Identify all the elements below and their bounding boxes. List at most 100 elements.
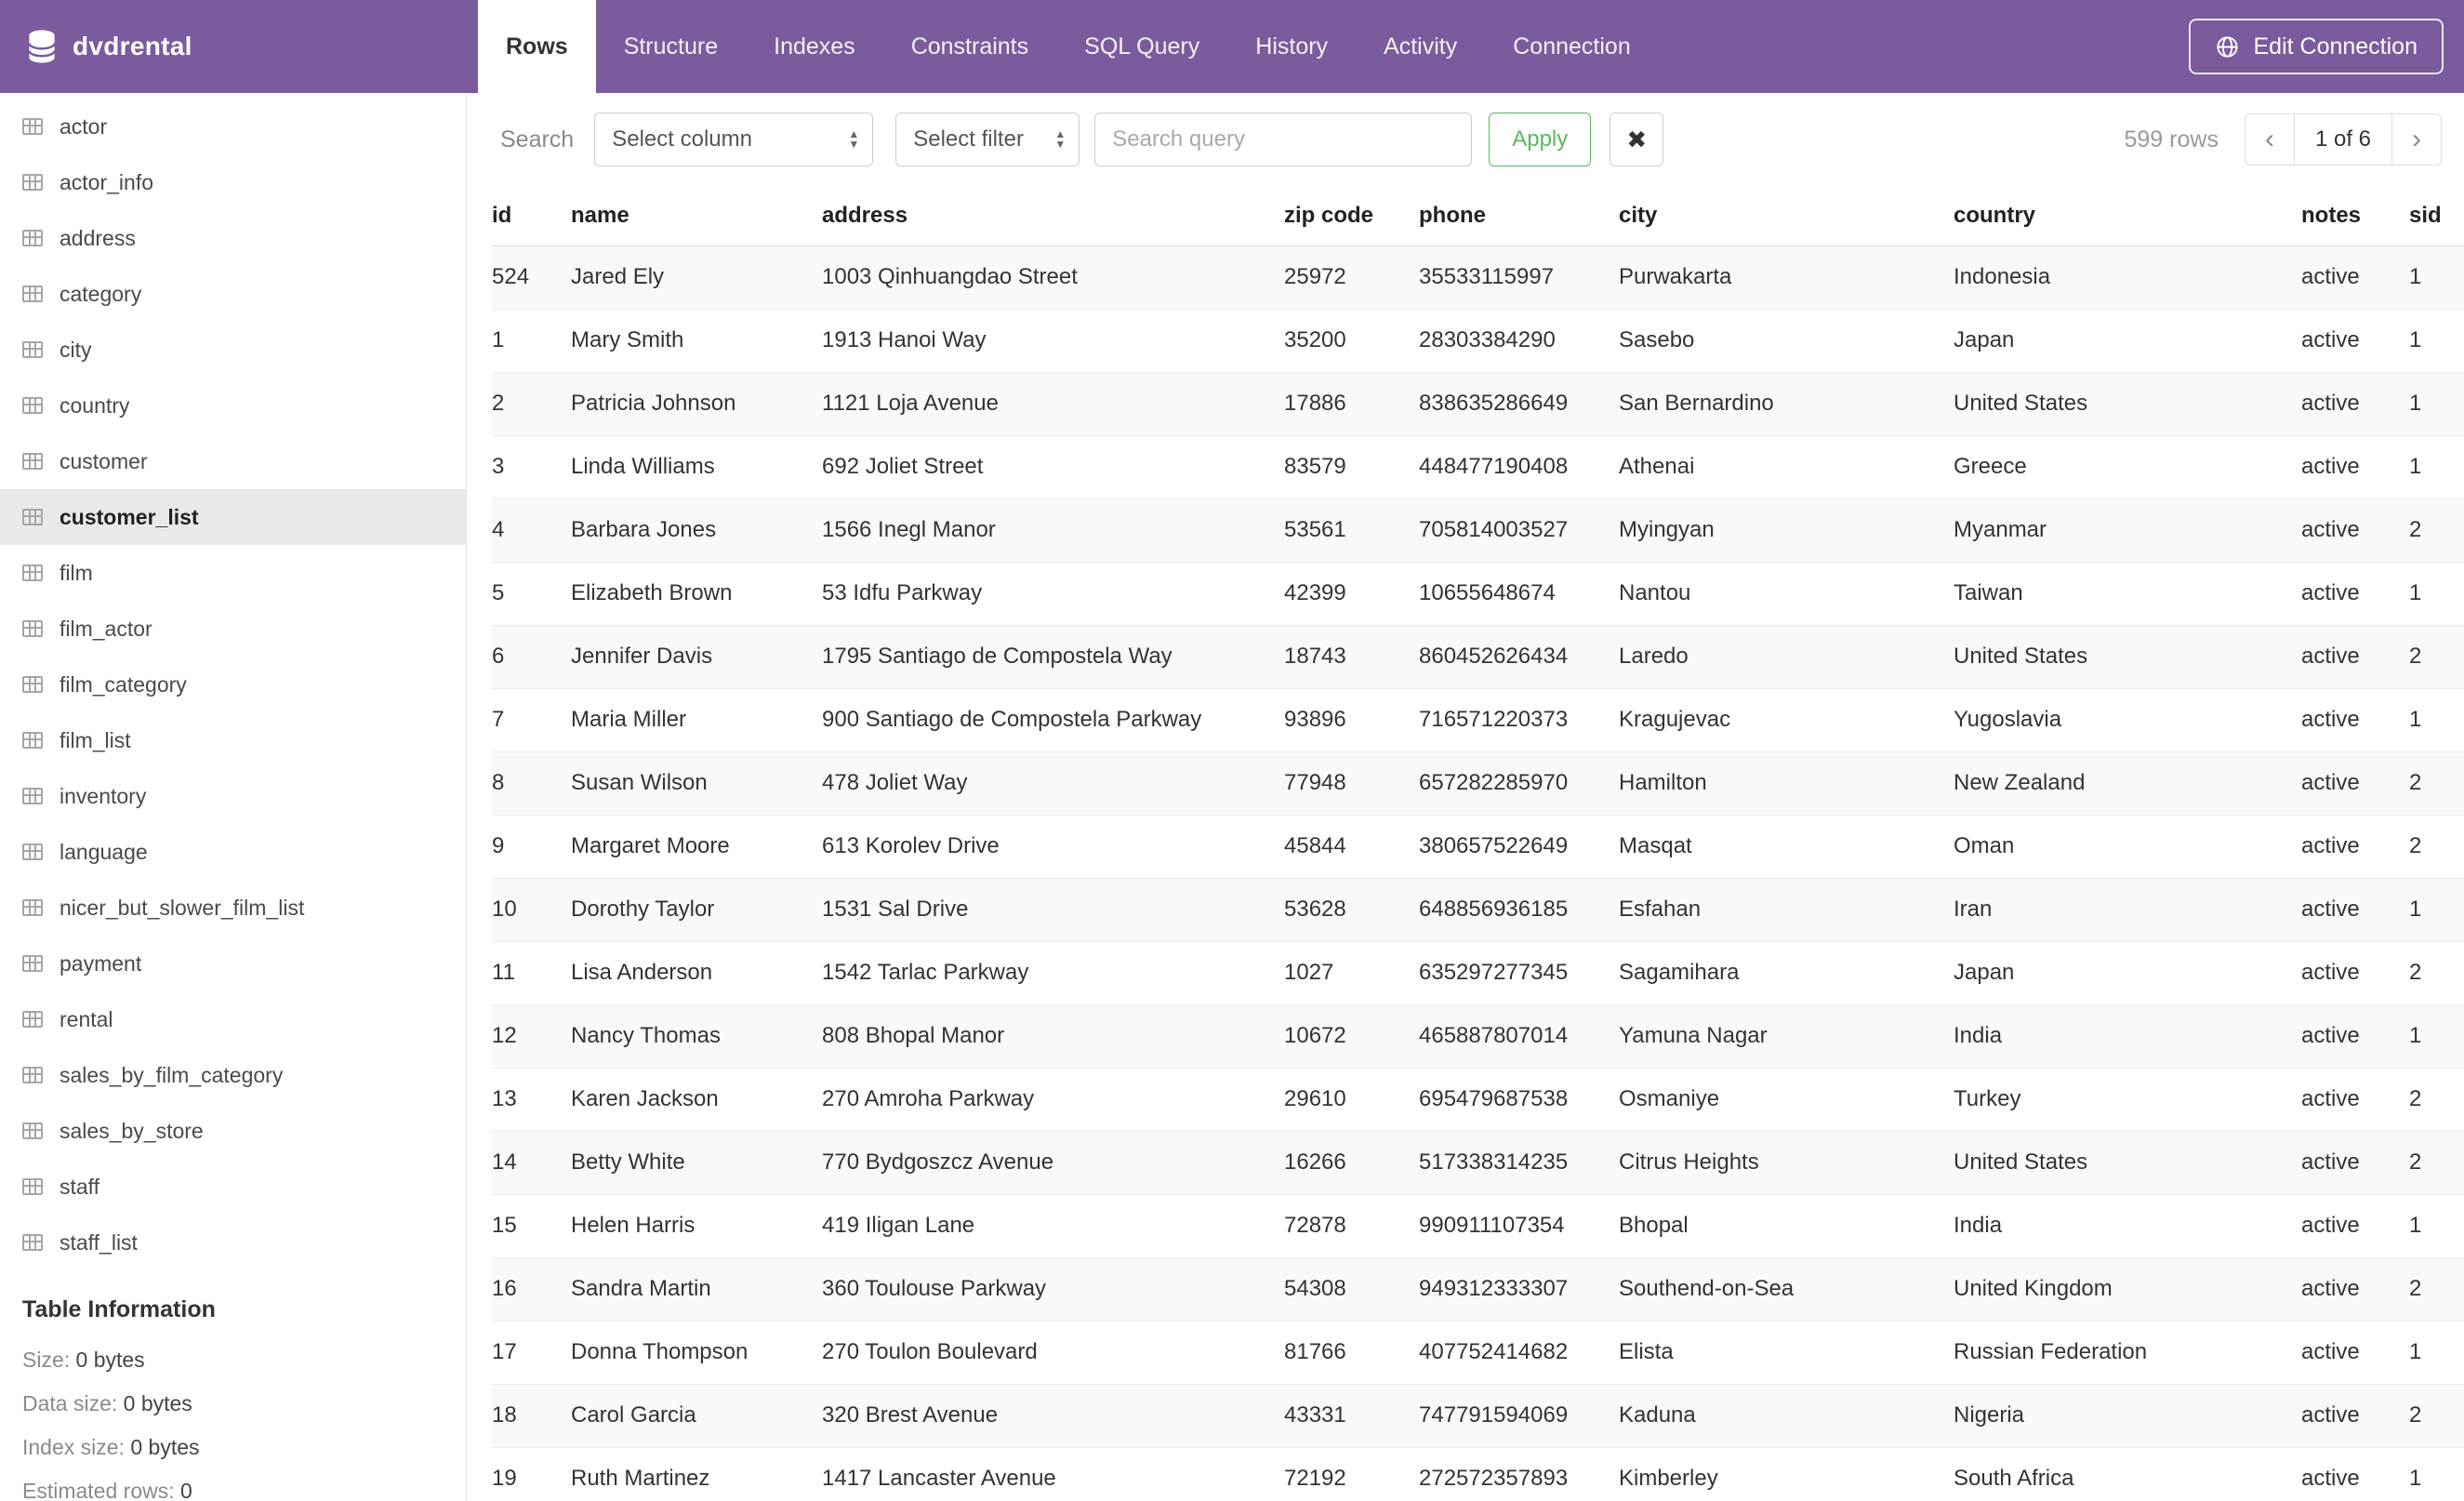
tab[interactable]: Rows [478, 0, 596, 93]
cell-name: Sandra Martin [571, 1257, 822, 1322]
table-row[interactable]: 17 Donna Thompson 270 Toulon Boulevard 8… [492, 1321, 2464, 1385]
clear-search-button[interactable]: ✖ [1610, 113, 1664, 166]
table-info-stat-label: Data size: [22, 1391, 118, 1415]
sidebar-table-item[interactable]: rental [0, 991, 466, 1047]
column-header[interactable]: country [1954, 186, 2301, 246]
sidebar-table-item[interactable]: film_list [0, 712, 466, 768]
cell-sid: 2 [2409, 498, 2464, 563]
tab[interactable]: SQL Query [1056, 0, 1227, 93]
sidebar-table-item[interactable]: customer [0, 433, 466, 489]
table-row[interactable]: 5 Elizabeth Brown 53 Idfu Parkway 42399 … [492, 562, 2464, 626]
table-row[interactable]: 15 Helen Harris 419 Iligan Lane 72878 99… [492, 1194, 2464, 1258]
sidebar-table-item[interactable]: country [0, 378, 466, 433]
column-header[interactable]: sid [2409, 186, 2464, 246]
edit-connection-button[interactable]: Edit Connection [2189, 19, 2444, 74]
table-row[interactable]: 16 Sandra Martin 360 Toulouse Parkway 54… [492, 1257, 2464, 1322]
column-header[interactable]: phone [1419, 186, 1619, 246]
cell-country: Japan [1954, 941, 2301, 1005]
table-row[interactable]: 19 Ruth Martinez 1417 Lancaster Avenue 7… [492, 1447, 2464, 1501]
table-body: 524 Jared Ely 1003 Qinhuangdao Street 25… [492, 246, 2464, 1501]
sidebar-table-item[interactable]: category [0, 266, 466, 322]
sidebar-table-label: staff_list [60, 1229, 138, 1255]
table-info-stat: Size: 0 bytes [22, 1348, 466, 1373]
sidebar-table-item[interactable]: actor_info [0, 154, 466, 210]
previous-page-button[interactable]: ‹ [2244, 113, 2295, 166]
table-row[interactable]: 2 Patricia Johnson 1121 Loja Avenue 1788… [492, 372, 2464, 436]
cell-city: Sagamihara [1619, 941, 1954, 1005]
cell-sid: 1 [2409, 309, 2464, 373]
cell-city: Southend-on-Sea [1619, 1257, 1954, 1322]
table-row[interactable]: 3 Linda Williams 692 Joliet Street 83579… [492, 435, 2464, 499]
next-page-button[interactable]: › [2391, 113, 2442, 166]
caret-updown-icon: ▲ ▼ [1054, 127, 1066, 151]
cell-city: Kimberley [1619, 1447, 1954, 1501]
tab[interactable]: Activity [1356, 0, 1485, 93]
column-header[interactable]: address [822, 186, 1284, 246]
tab[interactable]: Indexes [746, 0, 883, 93]
cell-name: Helen Harris [571, 1194, 822, 1258]
cell-sid: 2 [2409, 1257, 2464, 1322]
cell-notes: active [2301, 815, 2409, 879]
main-content: Search Select column ▲ ▼ Select filter ▲ ▼… [467, 93, 2464, 1501]
column-header[interactable]: id [492, 186, 571, 246]
sidebar-table-label: film_category [60, 671, 187, 697]
sidebar-table-item[interactable]: actor [0, 99, 466, 154]
sidebar-table-item[interactable]: film_category [0, 657, 466, 712]
cell-phone: 648856936185 [1419, 878, 1619, 942]
column-select[interactable]: Select column ▲ ▼ [594, 113, 874, 166]
table-row[interactable]: 10 Dorothy Taylor 1531 Sal Drive 53628 6… [492, 878, 2464, 942]
cell-phone: 448477190408 [1419, 435, 1619, 499]
cell-id: 4 [492, 498, 571, 563]
sidebar-table-item[interactable]: city [0, 322, 466, 378]
sidebar-table-item[interactable]: film [0, 545, 466, 601]
sidebar-table-item[interactable]: customer_list [0, 489, 466, 545]
tab[interactable]: Structure [596, 0, 746, 93]
table-row[interactable]: 18 Carol Garcia 320 Brest Avenue 43331 7… [492, 1384, 2464, 1448]
table-row[interactable]: 8 Susan Wilson 478 Joliet Way 77948 6572… [492, 751, 2464, 816]
tab[interactable]: Constraints [883, 0, 1056, 93]
top-header: dvdrental Rows Structure Indexes Constra… [0, 0, 2464, 93]
cell-name: Jennifer Davis [571, 625, 822, 689]
table-icon [22, 230, 43, 246]
search-query-input[interactable] [1094, 113, 1473, 166]
table-icon [22, 341, 43, 358]
cell-phone: 465887807014 [1419, 1004, 1619, 1069]
cell-sid: 2 [2409, 1131, 2464, 1195]
apply-button[interactable]: Apply [1489, 113, 1592, 166]
table-row[interactable]: 1 Mary Smith 1913 Hanoi Way 35200 283033… [492, 309, 2464, 373]
sidebar-table-item[interactable]: staff [0, 1159, 466, 1215]
column-header[interactable]: notes [2301, 186, 2409, 246]
table-row[interactable]: 9 Margaret Moore 613 Korolev Drive 45844… [492, 815, 2464, 879]
tab[interactable]: Connection [1485, 0, 1658, 93]
filter-select[interactable]: Select filter ▲ ▼ [895, 113, 1080, 166]
sidebar-table-item[interactable]: film_actor [0, 601, 466, 657]
cell-sid: 1 [2409, 1447, 2464, 1501]
cell-city: Kaduna [1619, 1384, 1954, 1448]
sidebar-table-item[interactable]: language [0, 824, 466, 880]
table-row[interactable]: 13 Karen Jackson 270 Amroha Parkway 2961… [492, 1068, 2464, 1132]
cell-country: Oman [1954, 815, 2301, 879]
sidebar-table-item[interactable]: inventory [0, 768, 466, 824]
tab-bar: Rows Structure Indexes Constraints SQL Q… [467, 0, 1659, 93]
tab[interactable]: History [1227, 0, 1356, 93]
table-row[interactable]: 7 Maria Miller 900 Santiago de Compostel… [492, 688, 2464, 752]
table-row[interactable]: 12 Nancy Thomas 808 Bhopal Manor 10672 4… [492, 1004, 2464, 1069]
table-row[interactable]: 4 Barbara Jones 1566 Inegl Manor 53561 7… [492, 498, 2464, 563]
sidebar-table-item[interactable]: staff_list [0, 1215, 466, 1270]
cell-phone: 716571220373 [1419, 688, 1619, 752]
table-row[interactable]: 524 Jared Ely 1003 Qinhuangdao Street 25… [492, 246, 2464, 310]
sidebar-table-item[interactable]: sales_by_film_category [0, 1047, 466, 1103]
sidebar-table-item[interactable]: payment [0, 936, 466, 991]
cell-name: Mary Smith [571, 309, 822, 373]
cell-country: Japan [1954, 309, 2301, 373]
sidebar-table-item[interactable]: nicer_but_slower_film_list [0, 880, 466, 936]
table-row[interactable]: 11 Lisa Anderson 1542 Tarlac Parkway 102… [492, 941, 2464, 1005]
sidebar-table-item[interactable]: address [0, 210, 466, 266]
cell-address: 808 Bhopal Manor [822, 1004, 1284, 1069]
table-row[interactable]: 6 Jennifer Davis 1795 Santiago de Compos… [492, 625, 2464, 689]
table-row[interactable]: 14 Betty White 770 Bydgoszcz Avenue 1626… [492, 1131, 2464, 1195]
column-header[interactable]: zip code [1284, 186, 1419, 246]
sidebar-table-item[interactable]: sales_by_store [0, 1103, 466, 1159]
column-header[interactable]: city [1619, 186, 1954, 246]
column-header[interactable]: name [571, 186, 822, 246]
